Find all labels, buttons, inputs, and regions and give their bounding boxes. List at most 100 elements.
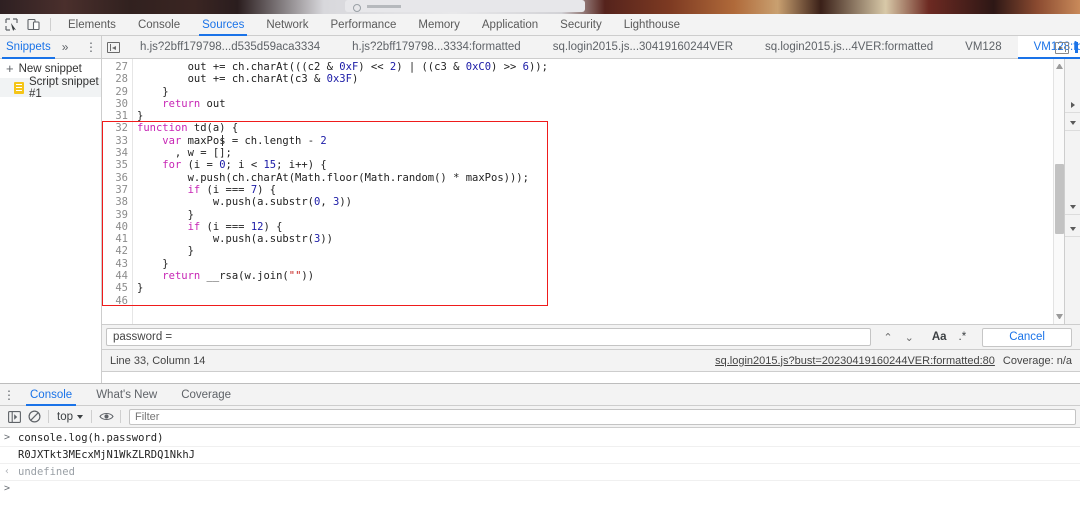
line-number: 46: [115, 294, 128, 307]
tab-lighthouse[interactable]: Lighthouse: [613, 14, 691, 36]
drawer-menu-icon[interactable]: ⋮: [0, 388, 18, 402]
plus-icon: +: [6, 61, 14, 76]
code-line: w.push(a.substr(3)): [137, 233, 333, 246]
code-line: }: [137, 85, 169, 98]
code-line: w.push(ch.charAt(Math.floor(Math.random(…: [137, 171, 529, 184]
filter-input[interactable]: [129, 408, 1076, 425]
tab-security[interactable]: Security: [549, 14, 613, 36]
line-number: 41: [115, 233, 128, 246]
tab-application[interactable]: Application: [471, 14, 549, 36]
toolbar-divider: [48, 410, 49, 423]
input-marker-icon: >: [4, 432, 11, 443]
code-line: }: [137, 257, 169, 270]
editor-search-bar: ⌃ ⌄ Aa .* Cancel: [102, 324, 1080, 350]
devtools-main-toolbar: Elements Console Sources Network Perform…: [0, 14, 1080, 36]
toolbar-divider: [91, 410, 92, 423]
navigator-menu-icon[interactable]: ⋮: [85, 40, 97, 54]
search-next-icon[interactable]: ⌄: [899, 331, 920, 344]
navigator-pane: Snippets » ⋮ + New snippet Script snippe…: [0, 36, 102, 383]
sidebar-section-scope[interactable]: [1065, 199, 1080, 215]
line-number: 36: [115, 171, 128, 184]
code-line: }: [137, 208, 194, 221]
code-content[interactable]: out += ch.charAt(((c2 & 0xF) << 2) | ((c…: [102, 59, 1080, 324]
panel-tabs: Elements Console Sources Network Perform…: [57, 14, 691, 36]
search-input[interactable]: [106, 328, 872, 346]
editor-scrollbar[interactable]: [1053, 59, 1064, 324]
console-message-log[interactable]: R0JXTkt3MEcxMjN1WkZLRDQ1NkhJ: [0, 447, 1080, 464]
line-number: 42: [115, 245, 128, 258]
live-expression-icon[interactable]: [96, 407, 116, 427]
toolbar-divider: [120, 410, 121, 423]
show-navigator-icon[interactable]: [102, 36, 124, 58]
search-prev-icon[interactable]: ⌃: [877, 331, 898, 344]
source-map-link[interactable]: sq.login2015.js?bust=20230419160244VER:f…: [715, 355, 995, 367]
drawer-tab-whats-new[interactable]: What's New: [84, 384, 169, 406]
line-number: 45: [115, 282, 128, 295]
code-line: }: [137, 245, 194, 258]
code-line: out += ch.charAt(c3 & 0x3F): [137, 73, 359, 86]
console-drawer: ⋮ Console What's New Coverage top Filter…: [0, 383, 1080, 509]
inspect-element-icon[interactable]: [0, 14, 22, 36]
line-number: 29: [115, 85, 128, 98]
console-prompt[interactable]: >: [0, 481, 1080, 497]
chevron-down-icon: [77, 414, 83, 419]
line-number: 44: [115, 270, 128, 283]
line-number: 37: [115, 183, 128, 196]
line-number: 28: [115, 73, 128, 86]
scroll-up-icon[interactable]: [1056, 62, 1063, 69]
sidebar-section-callstack[interactable]: [1065, 221, 1080, 237]
line-number: 30: [115, 97, 128, 110]
cancel-button[interactable]: Cancel: [982, 327, 1072, 347]
console-sidebar-icon[interactable]: [4, 407, 24, 427]
editor-status-bar: Line 33, Column 14 sq.login2015.js?bust=…: [102, 350, 1080, 372]
tab-memory[interactable]: Memory: [407, 14, 471, 36]
match-case-button[interactable]: Aa: [926, 331, 953, 343]
chevron-right-icon: [1071, 101, 1075, 108]
code-editor[interactable]: 27 28 29 30 31 32 33 34 35 36 37 38 39 4…: [102, 59, 1080, 324]
line-number: 33: [115, 134, 128, 147]
code-line: out += ch.charAt(((c2 & 0xF) << 2) | ((c…: [137, 61, 548, 73]
code-line: w.push(a.substr(0, 3)): [137, 196, 352, 209]
console-output: > console.log(h.password) R0JXTkt3MEcxMj…: [0, 428, 1080, 497]
resize-handle[interactable]: [1075, 42, 1078, 53]
scroll-down-icon[interactable]: [1056, 314, 1063, 321]
execution-context-select[interactable]: top: [53, 411, 87, 423]
line-number: 39: [115, 208, 128, 221]
tab-snippets[interactable]: Snippets: [0, 36, 57, 59]
text-caret: [222, 135, 223, 146]
webpage-background-strip: [0, 0, 1080, 14]
editor-right-controls: [1055, 36, 1078, 59]
clear-console-icon[interactable]: [24, 407, 44, 427]
regex-button[interactable]: .*: [953, 331, 973, 343]
console-message-result[interactable]: ‹ undefined: [0, 464, 1080, 481]
device-toolbar-icon[interactable]: [22, 14, 44, 36]
code-line: return __rsa(w.join("")): [162, 270, 315, 283]
navigator-overflow-icon[interactable]: »: [57, 40, 74, 54]
scrollbar-thumb[interactable]: [1055, 164, 1064, 234]
drawer-tabstrip: ⋮ Console What's New Coverage: [0, 384, 1080, 406]
devtools-window: Elements Console Sources Network Perform…: [0, 0, 1080, 509]
show-debugger-sidebar-icon[interactable]: [1055, 41, 1069, 54]
tab-console[interactable]: Console: [127, 14, 191, 36]
code-line: }: [137, 110, 144, 123]
drawer-tab-console[interactable]: Console: [18, 384, 84, 406]
tab-sources[interactable]: Sources: [191, 14, 255, 36]
list-item[interactable]: Script snippet #1: [0, 76, 101, 100]
editor-tab-h-js[interactable]: h.js?2bff179798...d535d59aca3334: [124, 36, 336, 59]
console-input-text: console.log(h.password): [18, 432, 164, 444]
editor-tab-sq-login2015-formatted[interactable]: sq.login2015.js...4VER:formatted: [749, 36, 949, 59]
tab-network[interactable]: Network: [255, 14, 319, 36]
editor-tab-h-js-formatted[interactable]: h.js?2bff179798...3334:formatted: [336, 36, 537, 59]
console-toolbar: top: [0, 406, 1080, 428]
sidebar-section-watch[interactable]: [1065, 97, 1080, 113]
line-number: 43: [115, 257, 128, 270]
tab-performance[interactable]: Performance: [320, 14, 408, 36]
editor-tab-vm128[interactable]: VM128: [949, 36, 1017, 59]
console-message-input[interactable]: > console.log(h.password): [0, 430, 1080, 447]
tab-elements[interactable]: Elements: [57, 14, 127, 36]
toolbar-divider: [50, 18, 51, 31]
editor-tab-sq-login2015[interactable]: sq.login2015.js...30419160244VER: [537, 36, 749, 59]
sidebar-section-breakpoints[interactable]: [1065, 115, 1080, 131]
editor-tabstrip: h.js?2bff179798...d535d59aca3334 h.js?2b…: [102, 35, 1080, 59]
drawer-tab-coverage[interactable]: Coverage: [169, 384, 243, 406]
